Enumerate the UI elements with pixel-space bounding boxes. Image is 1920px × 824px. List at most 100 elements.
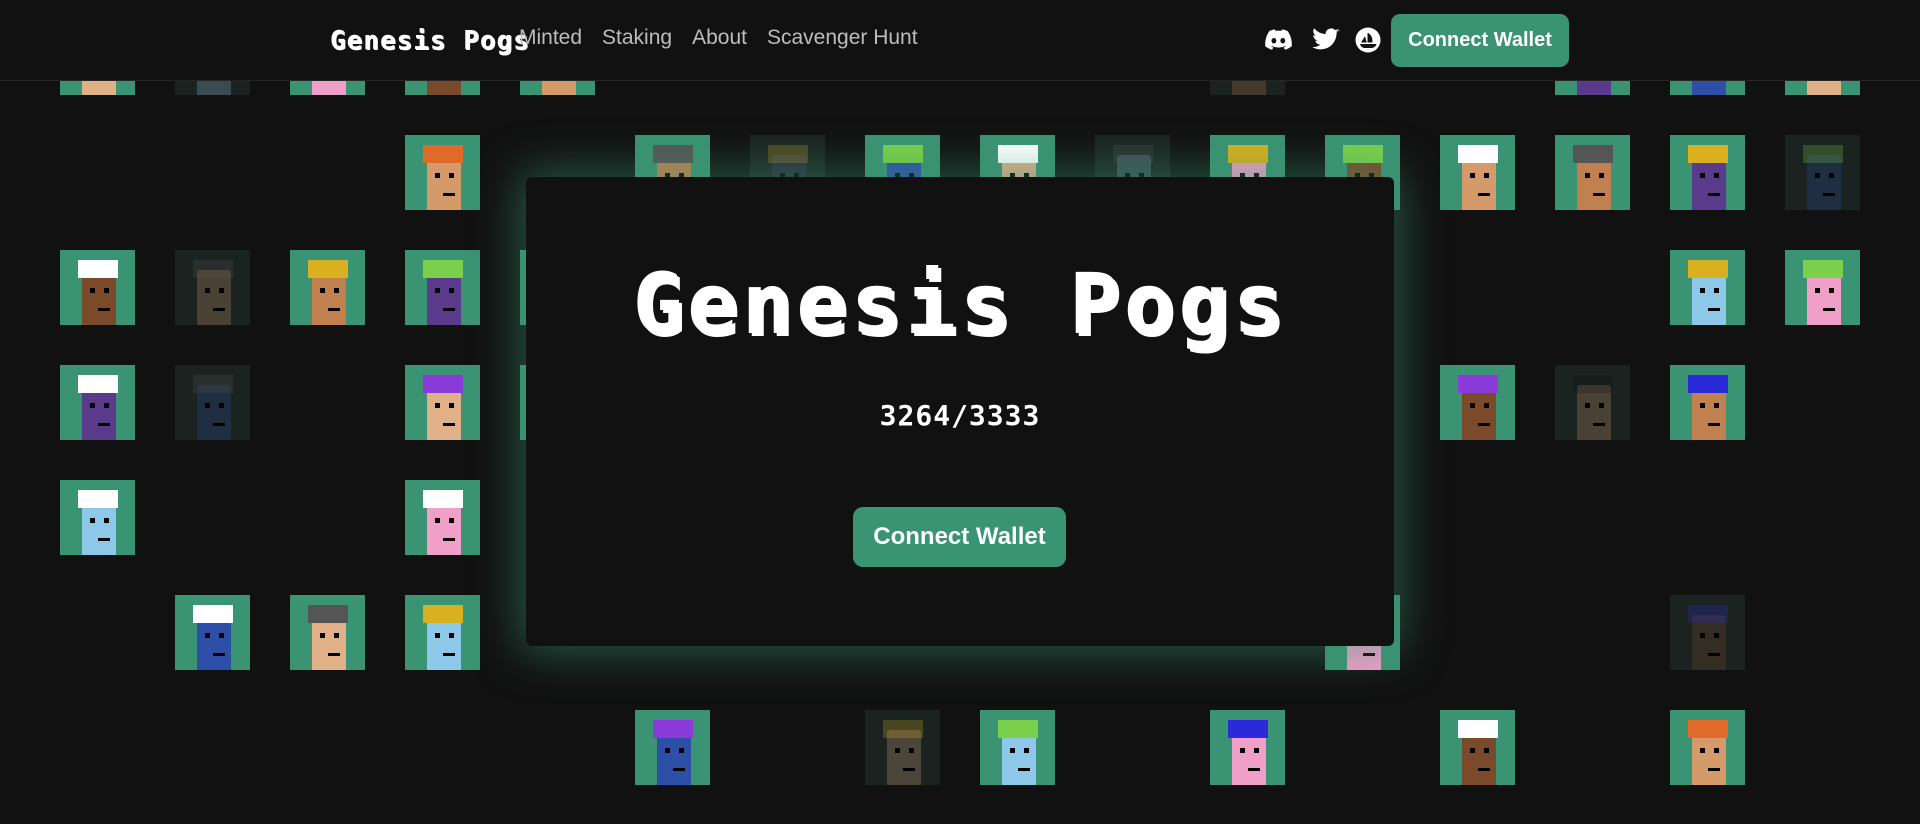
pog-mouth: [98, 308, 110, 311]
pog-thumbnail: [980, 710, 1055, 785]
pog-thumbnail: [1555, 365, 1630, 440]
pog-eye: [1484, 173, 1489, 178]
twitter-icon[interactable]: [1312, 27, 1340, 53]
pog-eye: [334, 633, 339, 638]
pog-hair: [1343, 145, 1383, 163]
pog-hair: [883, 145, 923, 163]
pog-hair: [193, 605, 233, 623]
pog-eye: [205, 288, 210, 293]
nav-link-about[interactable]: About: [692, 26, 747, 50]
pog-thumbnail: [405, 135, 480, 210]
pog-thumbnail: [405, 250, 480, 325]
pog-hair: [998, 720, 1038, 738]
pog-face: [1692, 155, 1726, 210]
pog-hair: [998, 145, 1038, 163]
pog-mouth: [213, 423, 225, 426]
nav-link-minted[interactable]: Minted: [519, 26, 582, 50]
pog-face: [82, 270, 116, 325]
pog-face: [427, 270, 461, 325]
modal-title: Genesis Pogs: [632, 255, 1288, 353]
pog-eye: [449, 633, 454, 638]
pog-eye: [1829, 288, 1834, 293]
pog-hair: [1228, 145, 1268, 163]
pog-mouth: [1823, 193, 1835, 196]
pog-thumbnail: [1670, 250, 1745, 325]
pog-hair: [423, 490, 463, 508]
pog-hair: [1573, 375, 1613, 393]
logo[interactable]: Genesis Pogs: [330, 26, 530, 56]
pog-thumbnail: [60, 365, 135, 440]
pog-thumbnail: [405, 365, 480, 440]
pog-hair: [1688, 145, 1728, 163]
pog-eye: [219, 403, 224, 408]
pog-mouth: [1363, 653, 1375, 656]
discord-icon[interactable]: [1264, 27, 1292, 53]
pog-thumbnail: [1670, 595, 1745, 670]
pog-hair: [1688, 260, 1728, 278]
pog-hair: [78, 490, 118, 508]
pog-mouth: [1248, 768, 1260, 771]
pog-hair: [308, 260, 348, 278]
pog-face: [312, 615, 346, 670]
pog-thumbnail: [1440, 365, 1515, 440]
pog-hair: [423, 260, 463, 278]
pog-eye: [1254, 748, 1259, 753]
pog-mouth: [1823, 308, 1835, 311]
pog-face: [197, 270, 231, 325]
modal-connect-wallet-button[interactable]: Connect Wallet: [853, 507, 1066, 567]
pog-eye: [1470, 173, 1475, 178]
pog-eye: [205, 403, 210, 408]
pog-eye: [1700, 403, 1705, 408]
pog-thumbnail: [1670, 365, 1745, 440]
pog-eye: [1700, 633, 1705, 638]
pog-thumbnail: [405, 480, 480, 555]
pog-thumbnail: [1785, 135, 1860, 210]
pog-face: [1692, 730, 1726, 785]
pog-mouth: [213, 308, 225, 311]
nav-link-scavenger-hunt[interactable]: Scavenger Hunt: [767, 26, 918, 50]
connect-wallet-button[interactable]: Connect Wallet: [1391, 14, 1569, 67]
pog-hair: [1228, 720, 1268, 738]
pog-eye: [435, 288, 440, 293]
pog-eye: [1599, 403, 1604, 408]
pog-eye: [334, 288, 339, 293]
pog-eye: [449, 288, 454, 293]
pog-mouth: [443, 538, 455, 541]
pog-face: [1232, 730, 1266, 785]
pog-thumbnail: [290, 595, 365, 670]
pog-hair: [883, 720, 923, 738]
pog-face: [427, 385, 461, 440]
pog-thumbnail: [1670, 710, 1745, 785]
pog-face: [1692, 385, 1726, 440]
opensea-icon[interactable]: [1354, 27, 1382, 53]
pog-mouth: [1708, 193, 1720, 196]
pog-face: [312, 270, 346, 325]
pog-thumbnail: [1210, 710, 1285, 785]
pog-mouth: [443, 308, 455, 311]
pog-mouth: [443, 653, 455, 656]
pog-eye: [1010, 748, 1015, 753]
pog-mouth: [1593, 193, 1605, 196]
pog-hair: [1688, 720, 1728, 738]
pog-eye: [449, 403, 454, 408]
nav-link-staking[interactable]: Staking: [602, 26, 672, 50]
nav-links: Minted Staking About Scavenger Hunt: [519, 26, 918, 50]
pog-thumbnail: [865, 710, 940, 785]
pog-eye: [1240, 748, 1245, 753]
pog-thumbnail: [405, 595, 480, 670]
pog-eye: [1484, 748, 1489, 753]
pog-hair: [1113, 145, 1153, 163]
pog-eye: [1714, 173, 1719, 178]
pog-eye: [1700, 288, 1705, 293]
pog-face: [1002, 730, 1036, 785]
pog-hair: [423, 605, 463, 623]
pog-thumbnail: [1440, 710, 1515, 785]
pog-face: [197, 615, 231, 670]
pog-eye: [909, 748, 914, 753]
pog-face: [1462, 155, 1496, 210]
pog-thumbnail: [635, 710, 710, 785]
pog-eye: [320, 633, 325, 638]
pog-eye: [1024, 748, 1029, 753]
pog-eye: [1815, 173, 1820, 178]
pog-thumbnail: [1670, 135, 1745, 210]
